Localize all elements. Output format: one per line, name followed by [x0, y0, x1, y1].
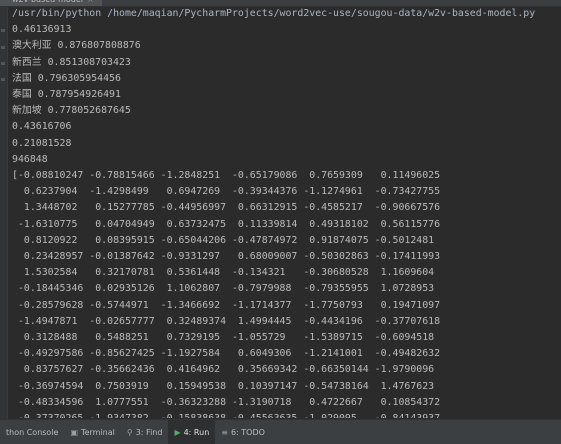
- run-console-output[interactable]: /usr/bin/python /home/maqian/PycharmProj…: [12, 6, 553, 418]
- console-output-line: 946848: [12, 153, 48, 165]
- todo-list-icon: ≡: [221, 427, 228, 437]
- console-output-line: 澳大利亚 0.876807808876: [12, 40, 141, 52]
- console-output-line: [-0.08810247 -0.78815466 -1.2848251 -0.6…: [12, 170, 441, 182]
- todo-button[interactable]: ≡ 6: TODO: [215, 420, 271, 444]
- console-output-line: 0.23428957 -0.01387642 -0.9331297 0.6800…: [12, 251, 441, 263]
- gutter-marker: [1, 29, 5, 32]
- run-icon: ▶: [174, 427, 181, 437]
- terminal-label: Terminal: [81, 427, 115, 437]
- console-output-line: -0.18445346 0.02935126 1.1062807 -0.7979…: [12, 283, 435, 295]
- run-button[interactable]: ▶ 4: Run: [168, 420, 216, 444]
- find-label: 3: Find: [135, 427, 163, 437]
- python-console-button[interactable]: thon Console: [0, 420, 64, 444]
- tool-window-bar: thon Console ▣ Terminal ⚲ 3: Find ▶ 4: R…: [0, 419, 561, 444]
- console-output-line: -0.37370265 -1.9347382 -0.15838638 -0.45…: [12, 411, 553, 418]
- run-label: 4: Run: [183, 427, 210, 437]
- left-gutter: [0, 7, 8, 419]
- console-output-line: -0.48334596 1.0777551 -0.36323288 -1.319…: [12, 396, 441, 408]
- console-scrollbar[interactable]: [553, 7, 561, 419]
- console-output-line: -0.49297586 -0.85627425 -1.1927584 0.604…: [12, 348, 441, 360]
- console-command-line: /usr/bin/python /home/maqian/PycharmProj…: [12, 8, 536, 19]
- console-output-line: 泰国 0.787954926491: [12, 89, 121, 101]
- gutter-marker: [1, 62, 5, 65]
- console-output-line: 0.46136913: [12, 24, 72, 36]
- console-output-line: 0.43616706: [12, 121, 72, 133]
- console-output-line: -1.6310775 0.04704949 0.63732475 0.11339…: [12, 218, 441, 230]
- console-output-line: 0.83757627 -0.35662436 0.4164962 0.35669…: [12, 364, 435, 376]
- console-output-line: 新西兰 0.851308703423: [12, 56, 131, 68]
- console-output-line: -1.4947871 -0.02657777 0.32489374 1.4994…: [12, 315, 441, 327]
- todo-label: 6: TODO: [230, 427, 265, 437]
- find-button[interactable]: ⚲ 3: Find: [121, 420, 169, 444]
- console-output-line: -0.28579628 -0.5744971 -1.3466692 -1.171…: [12, 299, 441, 311]
- console-output-line: 1.3448702 0.15277785 -0.44956997 0.66312…: [12, 202, 441, 214]
- gutter-marker: [1, 46, 5, 49]
- console-output-line: 0.8120922 0.08395915 -0.65044206 -0.4787…: [12, 234, 435, 246]
- console-output-line: 法国 0.796305954456: [12, 72, 121, 84]
- terminal-button[interactable]: ▣ Terminal: [64, 420, 120, 444]
- console-output-line: 0.3128488 0.5488251 0.7329195 -1.055729 …: [12, 332, 435, 344]
- console-output-line: -0.36974594 0.7503919 0.15949538 0.10397…: [12, 380, 435, 392]
- tab-title: w2v-based-model: [12, 0, 83, 4]
- python-console-label: thon Console: [6, 427, 59, 437]
- console-output-line: 0.6237904 -1.4298499 0.6947269 -0.393443…: [12, 186, 441, 198]
- console-output-line: 新加坡 0.778052687645: [12, 105, 131, 117]
- console-output-line: 0.21081528: [12, 137, 72, 149]
- search-icon: ⚲: [126, 427, 133, 437]
- terminal-icon: ▣: [70, 427, 79, 437]
- console-output-line: 1.5302584 0.32170781 0.5361448 -0.134321…: [12, 267, 435, 279]
- gutter-marker: [1, 78, 5, 81]
- close-icon[interactable]: ×: [87, 0, 94, 4]
